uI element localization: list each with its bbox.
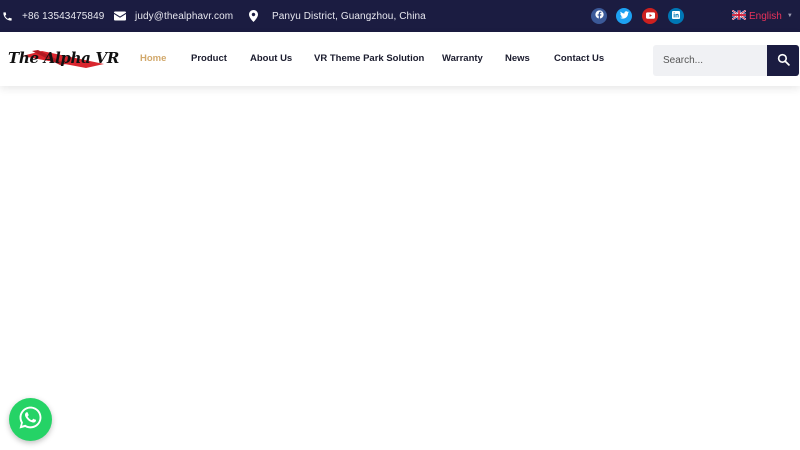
language-selector[interactable]: English ▼ [731,0,793,32]
nav-contact-us[interactable]: Contact Us [554,32,604,86]
main-header: The Alpha VR Home Product About Us VR Th… [0,32,800,86]
search-button[interactable] [767,45,799,76]
linkedin-button[interactable] [668,8,684,24]
nav-warranty[interactable]: Warranty [442,32,483,86]
search-icon [777,53,790,69]
facebook-icon [594,10,604,22]
nav-home[interactable]: Home [140,32,166,86]
logo-text: The Alpha VR [8,49,120,67]
map-pin-icon [249,10,258,22]
twitter-icon [619,10,629,22]
nav-news[interactable]: News [505,32,530,86]
envelope-icon [114,11,126,21]
youtube-button[interactable] [642,8,658,24]
search-input[interactable] [653,45,767,76]
facebook-button[interactable] [591,8,607,24]
phone-icon [2,11,13,22]
search-form [653,45,799,76]
language-label: English [749,10,782,22]
top-bar: +86 13543475849 judy@thealphavr.com Pany… [0,0,800,32]
phone-number: +86 13543475849 [22,10,105,22]
nav-product[interactable]: Product [191,32,227,86]
address-text: Panyu District, Guangzhou, China [272,10,426,22]
whatsapp-chat-button[interactable] [9,398,52,441]
phone-contact[interactable]: +86 13543475849 [2,0,104,32]
chevron-down-icon: ▼ [786,13,793,19]
whatsapp-icon [18,405,43,435]
twitter-button[interactable] [616,8,632,24]
address-contact: Panyu District, Guangzhou, China [249,0,426,32]
youtube-icon [645,11,655,22]
email-address: judy@thealphavr.com [135,10,234,22]
nav-about-us[interactable]: About Us [250,32,292,86]
nav-vr-theme-park-solution[interactable]: VR Theme Park Solution [314,32,424,86]
linkedin-icon [672,10,680,22]
uk-flag-icon [731,9,747,23]
site-logo[interactable]: The Alpha VR [8,40,120,76]
email-contact[interactable]: judy@thealphavr.com [114,0,233,32]
